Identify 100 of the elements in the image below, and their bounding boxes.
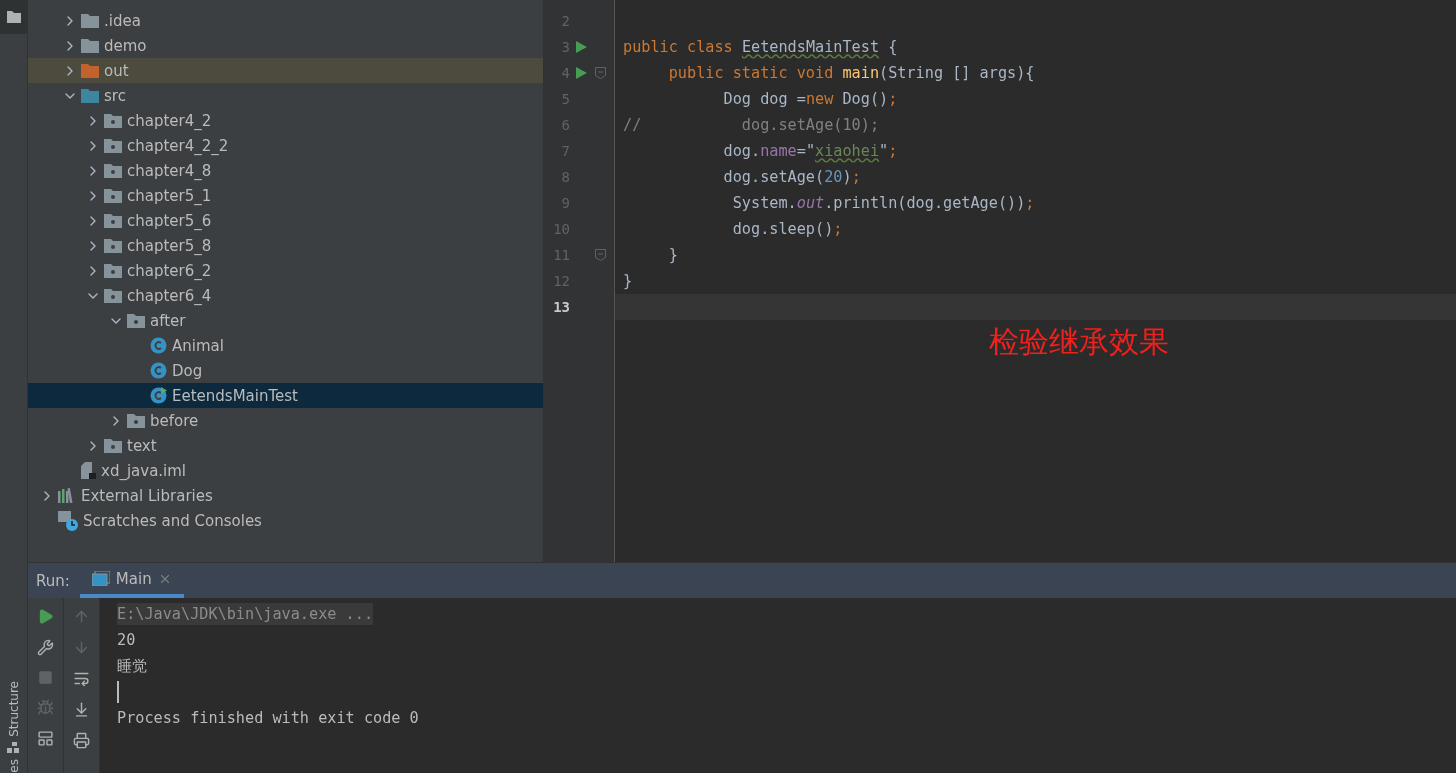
tree-item[interactable]: EetendsMainTest (28, 383, 543, 408)
tree-item[interactable]: src (28, 83, 543, 108)
console-line: 睡觉 (117, 655, 147, 677)
tree-item-label: chapter5_8 (127, 236, 212, 255)
tree-item[interactable]: chapter5_8 (28, 233, 543, 258)
tree-item-label: .idea (104, 11, 141, 30)
class-icon (150, 387, 167, 404)
code-token: Dog dog = (722, 90, 806, 108)
tree-item[interactable]: chapter4_2_2 (28, 133, 543, 158)
folder-icon (81, 38, 99, 53)
folder-icon (81, 13, 99, 28)
scratches-icon (58, 510, 78, 531)
structure-icon (7, 742, 20, 754)
tree-item-label: Animal (172, 336, 224, 355)
tree-item-label: out (104, 61, 129, 80)
code-token: EetendsMainTest (741, 38, 880, 56)
console-line: Process finished with exit code 0 (117, 708, 419, 729)
text-cursor (117, 681, 119, 703)
tree-item-label: text (127, 436, 157, 455)
tree-item-label: chapter5_1 (127, 186, 212, 205)
tree-item[interactable]: chapter4_2 (28, 108, 543, 133)
annotation-text: 检验继承效果 (989, 323, 1169, 361)
tree-item-label: src (104, 86, 126, 105)
tree-item[interactable]: before (28, 408, 543, 433)
tool-window-label[interactable]: Structure (6, 680, 21, 737)
tree-item-label: chapter5_6 (127, 211, 212, 230)
layout-icon[interactable] (37, 730, 54, 747)
scroll-end-icon[interactable] (73, 701, 90, 718)
code-token: public static void (667, 64, 835, 82)
console-icon (91, 571, 110, 586)
code-token: dog. (722, 142, 761, 160)
code-token: } (623, 272, 633, 290)
package-icon (104, 213, 122, 228)
tree-item[interactable]: Scratches and Consoles (28, 508, 543, 533)
run-icon[interactable] (575, 41, 587, 53)
tree-item-label: chapter6_2 (127, 261, 212, 280)
code-token: new (805, 90, 835, 108)
package-icon (104, 138, 122, 153)
tree-item[interactable]: out (28, 58, 543, 83)
code-token: name (760, 142, 797, 160)
tree-item-label: chapter4_2_2 (127, 136, 229, 155)
code-token: dog.setAge( (722, 168, 825, 186)
wrench-icon[interactable] (37, 639, 54, 656)
run-icon[interactable] (575, 67, 587, 79)
package-icon (104, 113, 122, 128)
tree-item-label: after (150, 311, 186, 330)
run-icon[interactable] (37, 608, 54, 625)
package-icon (104, 188, 122, 203)
code-token: main (842, 64, 880, 82)
line-number: 13 (552, 299, 570, 315)
code-token: 20 (824, 168, 843, 186)
tree-item[interactable]: .idea (28, 8, 543, 33)
class-icon (150, 362, 167, 379)
tool-window-label[interactable]: es (6, 759, 21, 773)
package-icon (104, 263, 122, 278)
tree-item-label: EetendsMainTest (172, 386, 298, 405)
tree-item[interactable]: chapter6_4 (28, 283, 543, 308)
tree-item[interactable]: xd_java.iml (28, 458, 543, 483)
tree-item[interactable]: text (28, 433, 543, 458)
tree-item-label: before (150, 411, 199, 430)
tree-item[interactable]: chapter5_6 (28, 208, 543, 233)
tree-item-label: Dog (172, 361, 203, 380)
tree-item-label: demo (104, 36, 147, 55)
tree-item-label: External Libraries (81, 486, 213, 505)
tree-item[interactable]: Animal (28, 333, 543, 358)
code-token: .println(dog.getAge()) (824, 194, 1026, 212)
tree-item[interactable]: after (28, 308, 543, 333)
tree-item[interactable]: chapter5_1 (28, 183, 543, 208)
code-token: ; (888, 90, 898, 108)
wrap-icon[interactable] (73, 670, 90, 687)
print-icon[interactable] (73, 732, 90, 749)
tree-item-label: chapter4_8 (127, 161, 212, 180)
tree-item[interactable]: External Libraries (28, 483, 543, 508)
package-icon (127, 313, 145, 328)
tree-item[interactable]: Dog (28, 358, 543, 383)
code-token: xiaohei (815, 142, 880, 160)
package-icon (104, 438, 122, 453)
code-token: public class (623, 38, 734, 56)
code-token: " (879, 142, 889, 160)
tree-item-label: chapter4_2 (127, 111, 212, 130)
folder-icon (81, 63, 99, 78)
code-token: ; (851, 168, 861, 186)
tree-item-label: chapter6_4 (127, 286, 212, 305)
tree-item-label: xd_java.iml (101, 461, 187, 480)
class-icon (150, 337, 167, 354)
code-token: // dog.setAge(10); (623, 116, 880, 134)
tree-item[interactable]: demo (28, 33, 543, 58)
console-line: 20 (117, 630, 136, 651)
tree-item[interactable]: chapter6_2 (28, 258, 543, 283)
code-token: out (796, 194, 825, 212)
folder-icon[interactable] (6, 11, 21, 23)
package-icon (127, 413, 145, 428)
package-icon (104, 288, 122, 303)
code-token: System. (731, 194, 797, 212)
code-token: (String [] args){ (879, 64, 1035, 82)
tree-item[interactable]: chapter4_8 (28, 158, 543, 183)
code-token: ; (833, 220, 843, 238)
code-token: =" (796, 142, 816, 160)
code-token: ; (1025, 194, 1035, 212)
package-icon (104, 238, 122, 253)
